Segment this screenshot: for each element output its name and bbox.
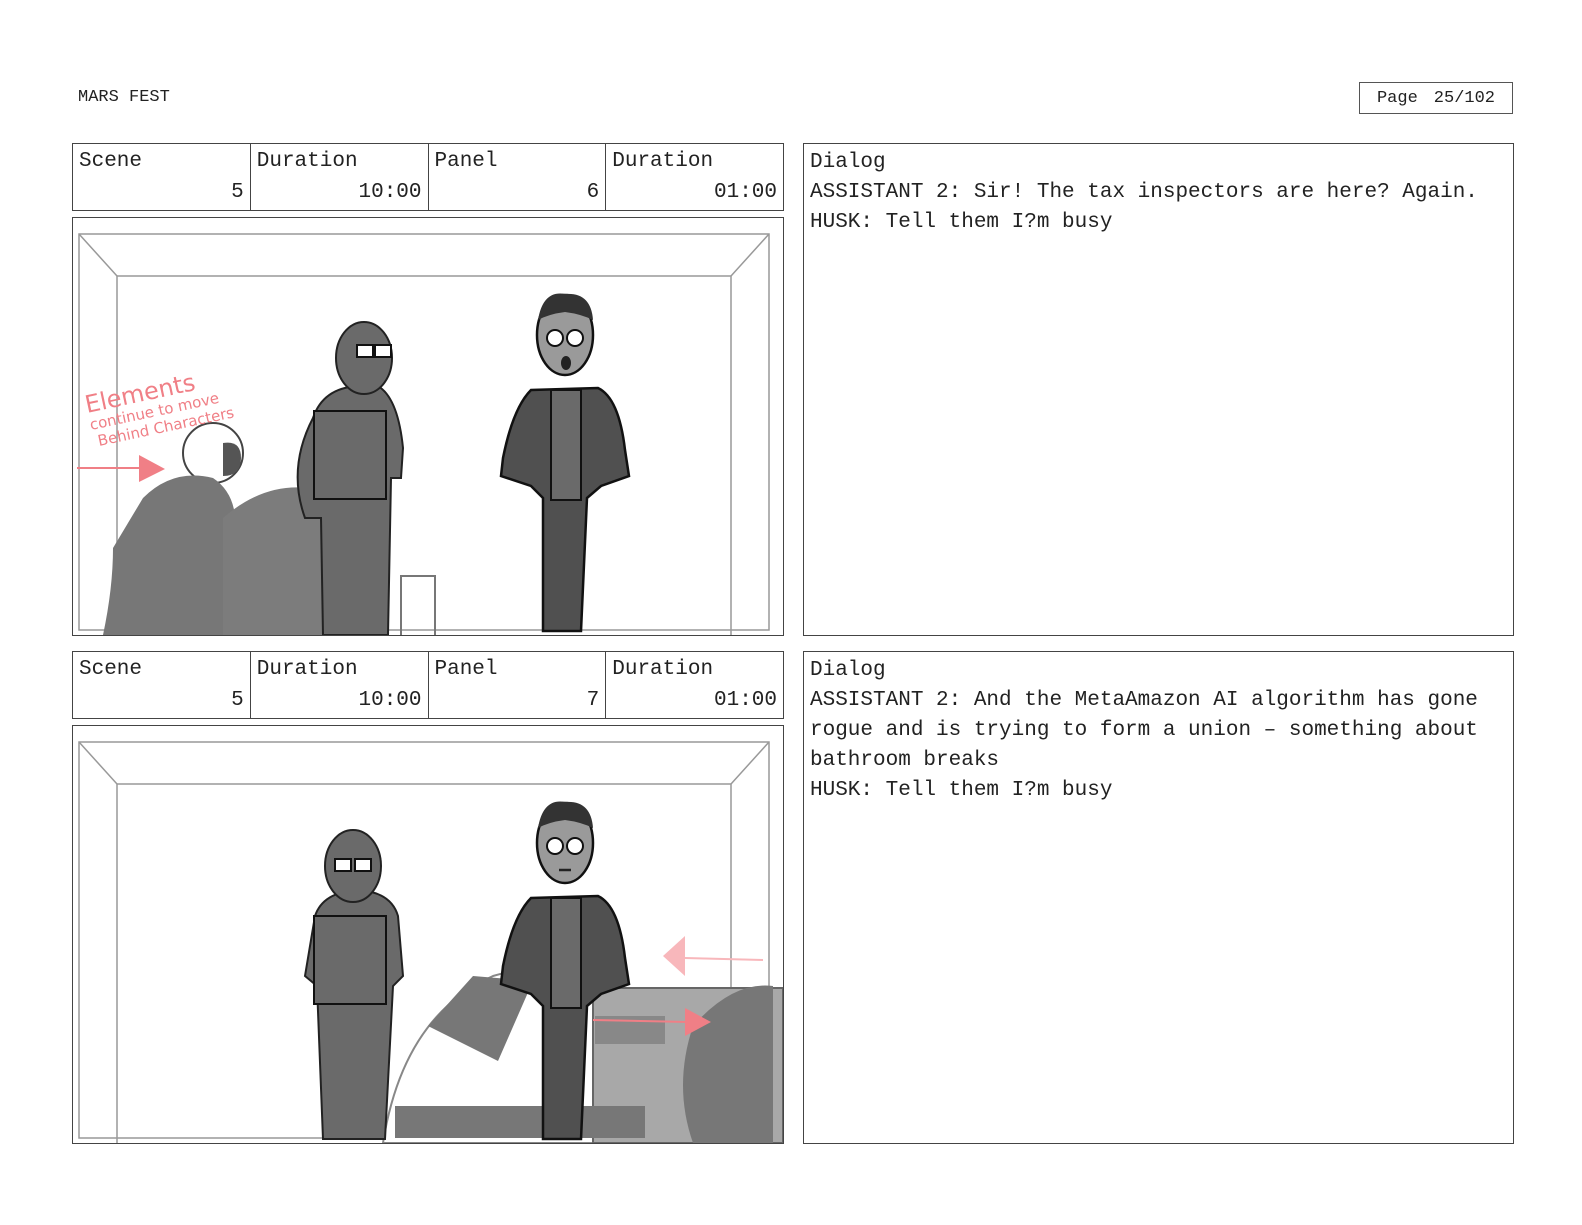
assistant-glasses-right [354, 858, 372, 872]
husk-glasses-right [566, 329, 584, 347]
chair-back [400, 575, 436, 635]
scene-cell: Scene 5 [73, 652, 251, 718]
assistant-figure [303, 829, 405, 1140]
page-label: Page [1376, 88, 1418, 108]
helmet-visor [223, 442, 241, 476]
panel-meta-table: Scene 5 Duration 10:00 Panel 7 Duration … [72, 651, 784, 719]
dialog-box: Dialog ASSISTANT 2: Sir! The tax inspect… [803, 143, 1514, 636]
husk-glasses-left [546, 329, 564, 347]
panel-duration-cell: Duration 01:00 [606, 144, 783, 210]
dialog-box: Dialog ASSISTANT 2: And the MetaAmazon A… [803, 651, 1514, 1144]
scene-cell: Scene 5 [73, 144, 251, 210]
storyboard-panel-image: Elements continue to move Behind Charact… [72, 217, 784, 636]
panel-drawing: Elements continue to move Behind Charact… [77, 233, 770, 635]
scene-duration-label: Duration [256, 150, 358, 173]
husk-figure [499, 293, 631, 633]
scene-label: Scene [79, 150, 143, 173]
assistant-glasses-left [334, 858, 352, 872]
husk-shirt [550, 389, 582, 501]
scene-duration-cell: Duration 10:00 [251, 652, 429, 718]
panel-cell: Panel 7 [429, 652, 607, 718]
clipboard [313, 410, 387, 500]
assistant-glasses-left [356, 344, 374, 358]
husk-mouth [561, 356, 571, 370]
dialog-line: HUSK: Tell them I?m busy [810, 779, 1113, 802]
panel-duration-value: 01:00 [713, 181, 777, 204]
panel-value: 7 [586, 689, 600, 712]
panel-meta-table: Scene 5 Duration 10:00 Panel 6 Duration … [72, 143, 784, 211]
scene-duration-cell: Duration 10:00 [251, 144, 429, 210]
document-title: MARS FEST [78, 88, 170, 107]
vehicle-base [395, 1106, 645, 1138]
page-indicator: Page 25/102 [1359, 82, 1513, 114]
panel-label: Panel [434, 150, 498, 173]
husk-glasses-left [546, 837, 564, 855]
scene-value: 5 [231, 181, 244, 204]
husk-glasses-right [566, 837, 584, 855]
dialog-label: Dialog [810, 659, 886, 682]
scene-value: 5 [231, 689, 244, 712]
panel-duration-label: Duration [612, 658, 714, 681]
husk-shirt [550, 897, 582, 1009]
panel-duration-cell: Duration 01:00 [606, 652, 783, 718]
panel-label: Panel [434, 658, 498, 681]
panel-duration-label: Duration [612, 150, 714, 173]
storyboard-panel-image [72, 725, 784, 1144]
scene-duration-value: 10:00 [358, 689, 422, 712]
assistant-head [324, 829, 382, 903]
scene-duration-label: Duration [256, 658, 358, 681]
dialog-line: HUSK: Tell them I?m busy [810, 211, 1113, 234]
dialog-line: ASSISTANT 2: Sir! The tax inspectors are… [810, 181, 1478, 204]
panel-value: 6 [586, 181, 600, 204]
panel-duration-value: 01:00 [713, 689, 777, 712]
assistant-glasses-right [374, 344, 392, 358]
dialog-label: Dialog [810, 151, 886, 174]
annotation-arrow [77, 455, 165, 482]
dialog-line: ASSISTANT 2: And the MetaAmazon AI algor… [810, 689, 1491, 772]
scene-label: Scene [79, 658, 143, 681]
panel-cell: Panel 6 [429, 144, 607, 210]
clipboard [313, 915, 387, 1005]
page-number: 25/102 [1433, 88, 1496, 108]
scene-duration-value: 10:00 [358, 181, 422, 204]
panel-drawing [78, 741, 783, 1143]
